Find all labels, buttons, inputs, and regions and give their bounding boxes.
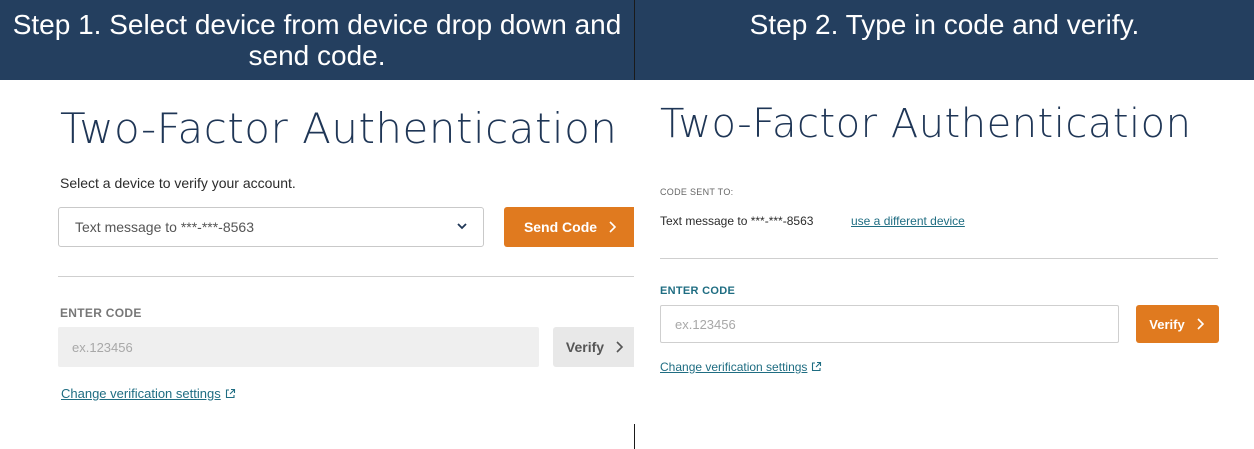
use-different-device-link[interactable]: use a different device xyxy=(851,214,965,228)
chevron-right-icon xyxy=(616,341,624,353)
enter-code-label: ENTER CODE xyxy=(660,285,736,297)
verify-label: Verify xyxy=(565,339,605,355)
instruction-header: Step 1. Select device from device drop d… xyxy=(0,0,1254,80)
send-code-label: Send Code xyxy=(523,219,598,235)
chevron-down-icon xyxy=(457,223,467,230)
device-select-value: Text message to ***-***-8563 xyxy=(75,219,254,235)
verify-button[interactable]: Verify xyxy=(553,327,634,367)
external-link-icon xyxy=(225,388,235,399)
step2-screenshot: Two-Factor Authentication CODE SENT TO: … xyxy=(635,80,1254,449)
page-title: Two-Factor Authentication xyxy=(660,101,1192,147)
send-code-button[interactable]: Send Code xyxy=(504,207,634,247)
external-link-icon xyxy=(812,361,822,372)
code-sent-to-label: CODE SENT TO: xyxy=(660,187,734,197)
step1-screenshot: Two-Factor Authentication Select a devic… xyxy=(0,80,634,449)
step2-heading: Step 2. Type in code and verify. xyxy=(749,9,1140,40)
page-title: Two-Factor Authentication xyxy=(60,104,618,153)
chevron-right-icon xyxy=(1197,318,1204,330)
change-settings-label: Change verification settings xyxy=(61,386,221,401)
header-divider xyxy=(634,0,635,80)
change-verification-settings-link[interactable]: Change verification settings xyxy=(61,386,236,401)
chevron-right-icon xyxy=(609,221,617,233)
verify-button[interactable]: Verify xyxy=(1136,305,1219,343)
code-input[interactable]: ex.123456 xyxy=(58,327,539,367)
enter-code-label: ENTER CODE xyxy=(60,306,142,320)
sent-device-text: Text message to ***-***-8563 xyxy=(660,214,814,228)
change-settings-label: Change verification settings xyxy=(660,360,808,374)
code-input-placeholder: ex.123456 xyxy=(675,316,736,332)
code-input[interactable]: ex.123456 xyxy=(660,305,1119,343)
device-instruction: Select a device to verify your account. xyxy=(60,175,296,191)
code-input-placeholder: ex.123456 xyxy=(72,339,133,355)
verify-label: Verify xyxy=(1149,316,1185,332)
divider xyxy=(660,258,1218,259)
device-select[interactable]: Text message to ***-***-8563 xyxy=(58,207,484,247)
divider xyxy=(58,276,634,277)
change-verification-settings-link[interactable]: Change verification settings xyxy=(660,360,822,374)
step1-heading: Step 1. Select device from device drop d… xyxy=(12,9,622,71)
